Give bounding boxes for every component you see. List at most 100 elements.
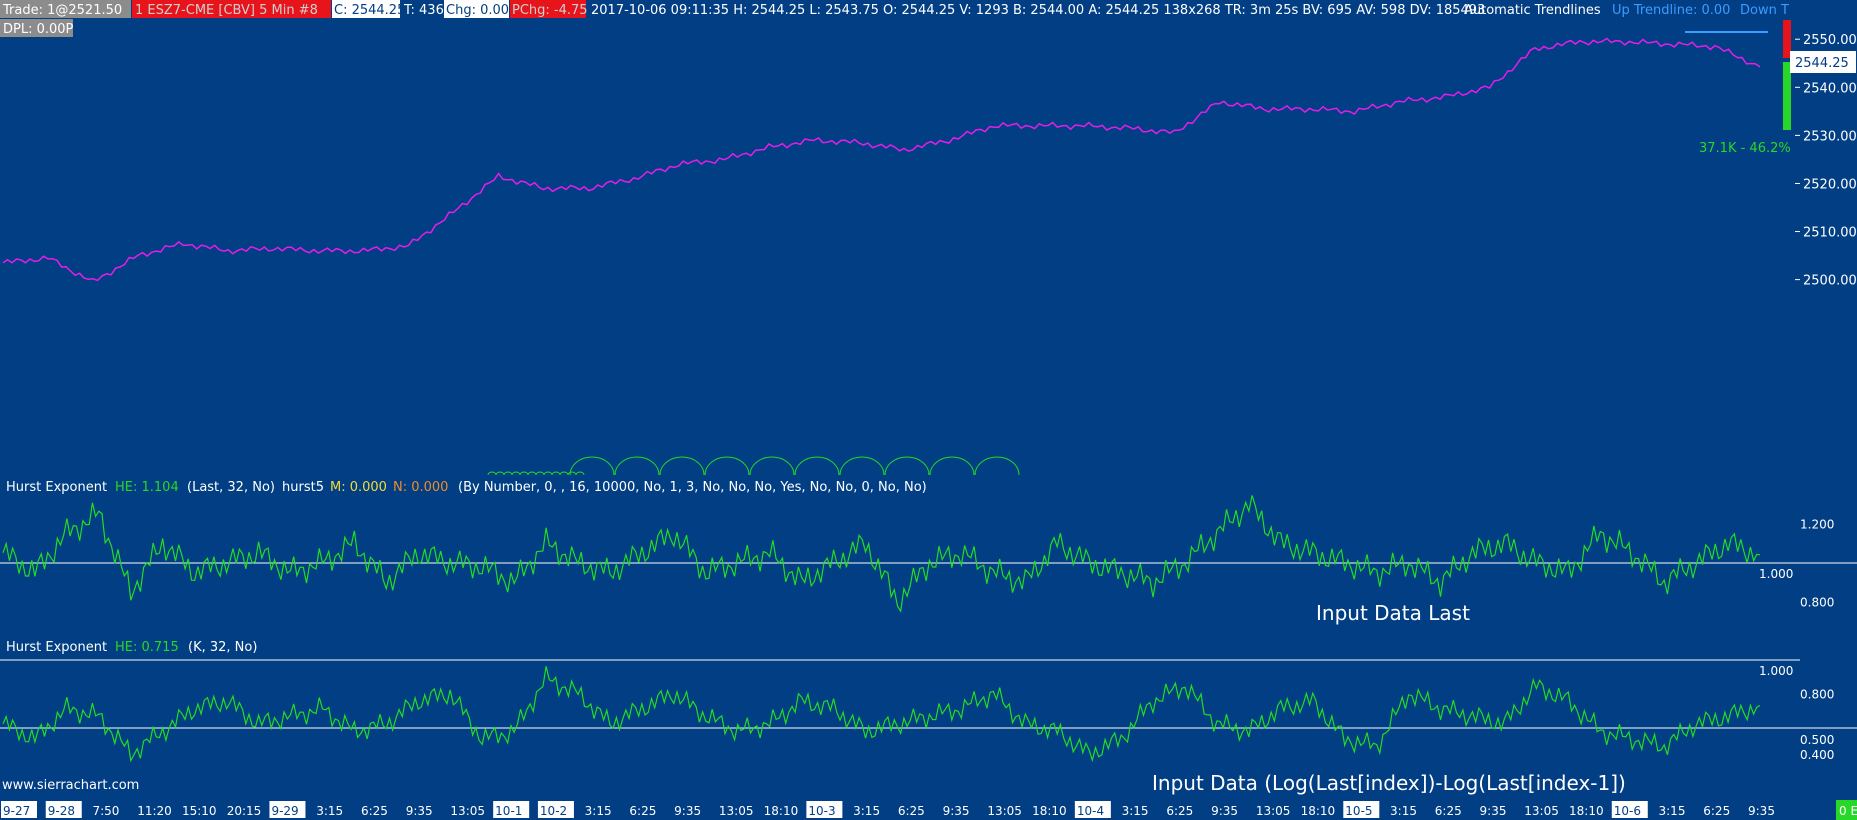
ticks-text: T: 436 bbox=[403, 3, 444, 18]
session-arc bbox=[569, 456, 615, 476]
hurst1-series-line bbox=[2, 495, 1761, 613]
session-arc bbox=[839, 456, 885, 476]
x-tick-label: 3:15 bbox=[853, 804, 880, 818]
price-y-tick-label: 2530.00 bbox=[1803, 129, 1857, 144]
hurst2-series-line bbox=[2, 666, 1761, 763]
hurst2-note: Input Data (Log(Last[index])-Log(Last[in… bbox=[1152, 771, 1626, 795]
chg-text: Chg: 0.00 bbox=[446, 3, 509, 18]
hurst2-params: (K, 32, No) bbox=[188, 640, 257, 655]
chart-canvas[interactable]: Trade: 1@2521.50 1 ESZ7-CME [CBV] 5 Min … bbox=[0, 0, 1857, 820]
price-y-tick-label: 2500.00 bbox=[1803, 274, 1857, 289]
price-series-line bbox=[2, 37, 1761, 282]
hurst1-note: Input Data Last bbox=[1316, 601, 1470, 625]
x-date-label: 9-27 bbox=[3, 804, 30, 818]
hurst1-y-tick-label: 1.200 bbox=[1800, 517, 1834, 531]
small-arc bbox=[519, 471, 529, 476]
x-tick-label: 6:25 bbox=[1435, 804, 1462, 818]
x-tick-label: 3:15 bbox=[1390, 804, 1417, 818]
small-arc bbox=[511, 471, 521, 476]
small-arc bbox=[567, 471, 577, 476]
hurst1-he-value: HE: 1.104 bbox=[115, 480, 179, 495]
x-date-label: 10-6 bbox=[1614, 804, 1641, 818]
small-arc bbox=[527, 471, 537, 476]
price-y-tick-label: 2550.00 bbox=[1803, 33, 1857, 48]
session-arcs bbox=[487, 456, 1020, 476]
x-tick-label: 9:35 bbox=[1480, 804, 1507, 818]
price-y-tick-label: 2510.00 bbox=[1803, 226, 1857, 241]
x-tick-label: 13:05 bbox=[719, 804, 754, 818]
session-arc bbox=[749, 456, 795, 476]
current-price-label: 2544.25 bbox=[1795, 56, 1849, 71]
x-tick-label: 3:15 bbox=[585, 804, 612, 818]
small-arc bbox=[535, 471, 545, 476]
x-tick-label: 15:10 bbox=[182, 804, 217, 818]
small-arc bbox=[503, 471, 513, 476]
x-date-label: 9-29 bbox=[271, 804, 298, 818]
hurst2-he-value: HE: 0.715 bbox=[115, 640, 179, 655]
session-arc bbox=[974, 456, 1020, 476]
ask-volume-bar bbox=[1783, 20, 1791, 58]
small-arc bbox=[559, 471, 569, 476]
x-tick-label: 6:25 bbox=[898, 804, 925, 818]
hurst1-m-value: M: 0.000 bbox=[330, 480, 387, 495]
trade-text: Trade: 1@2521.50 bbox=[2, 3, 122, 18]
x-date-label: 10-1 bbox=[495, 804, 522, 818]
x-tick-label: 9:35 bbox=[943, 804, 970, 818]
volume-profile-label: 37.1K - 46.2% bbox=[1699, 141, 1791, 156]
price-panel: 2544.25 37.1K - 46.2% 2550.00 2540.00 2530… bbox=[2, 20, 1857, 289]
x-tick-label: 13:05 bbox=[1524, 804, 1559, 818]
session-arc bbox=[884, 456, 930, 476]
hurst2-y-tick-label: 0.400 bbox=[1800, 748, 1834, 762]
x-tick-label: 18:10 bbox=[764, 804, 799, 818]
x-date-label: 10-4 bbox=[1077, 804, 1104, 818]
small-arc bbox=[487, 471, 497, 476]
small-arc bbox=[551, 471, 561, 476]
x-tick-label: 13:05 bbox=[1256, 804, 1291, 818]
sierra-chart-window: Trade: 1@2521.50 1 ESZ7-CME [CBV] 5 Min … bbox=[0, 0, 1857, 820]
x-tick-label: 3:15 bbox=[316, 804, 343, 818]
hurst2-title: Hurst Exponent bbox=[6, 640, 107, 655]
x-tick-label: 7:50 bbox=[92, 804, 119, 818]
small-arc bbox=[543, 471, 553, 476]
x-tick-label: 6:25 bbox=[629, 804, 656, 818]
watermark: www.sierrachart.com bbox=[2, 778, 139, 793]
up-trendline-label: Up Trendline: 0.00 bbox=[1612, 3, 1730, 18]
x-date-label: 10-3 bbox=[808, 804, 835, 818]
x-tick-label: 6:25 bbox=[1166, 804, 1193, 818]
x-date-label: 10-5 bbox=[1345, 804, 1372, 818]
trendlines-label: Automatic Trendlines bbox=[1464, 3, 1601, 18]
x-tick-label: 9:35 bbox=[1211, 804, 1238, 818]
x-tick-label: 9:35 bbox=[406, 804, 433, 818]
bid-volume-bar bbox=[1783, 62, 1791, 130]
x-tick-label: 18:10 bbox=[1032, 804, 1067, 818]
hurst1-y-tick-label: 0.800 bbox=[1800, 596, 1834, 610]
symbol-text: 1 ESZ7-CME [CBV] 5 Min #8 bbox=[135, 3, 318, 18]
session-arc bbox=[794, 456, 840, 476]
session-arc bbox=[614, 456, 660, 476]
x-tick-label: 6:25 bbox=[1703, 804, 1730, 818]
hurst1-title: Hurst Exponent bbox=[6, 480, 107, 495]
hurst2-ref-label: 1.000 bbox=[1759, 664, 1793, 678]
hurst1-ref-label: 1.000 bbox=[1759, 567, 1793, 581]
x-tick-label: 9:35 bbox=[674, 804, 701, 818]
price-y-tick-label: 2520.00 bbox=[1803, 177, 1857, 192]
hurst1-study-name: hurst5 bbox=[282, 480, 324, 495]
pchg-text: PChg: -4.75 bbox=[512, 3, 588, 18]
x-tick-label: 9:35 bbox=[1748, 804, 1775, 818]
session-arc bbox=[659, 456, 705, 476]
hurst1-args: (By Number, 0, , 16, 10000, No, 1, 3, No… bbox=[458, 480, 927, 495]
x-tick-label: 20:15 bbox=[227, 804, 262, 818]
x-tick-label: 13:05 bbox=[450, 804, 485, 818]
session-arc bbox=[929, 456, 975, 476]
hurst2-panel: Hurst Exponent HE: 0.715 (K, 32, No) 1.0… bbox=[0, 640, 1857, 795]
dpl-text: DPL: 0.00P bbox=[3, 22, 74, 37]
hurst2-y-tick-label: 0.800 bbox=[1800, 687, 1834, 701]
close-text: C: 2544.25 bbox=[334, 3, 405, 18]
stats-text: 2017-10-06 09:11:35 H: 2544.25 L: 2543.7… bbox=[591, 3, 1485, 18]
x-tick-label: 6:25 bbox=[361, 804, 388, 818]
x-tick-label: 11:20 bbox=[137, 804, 172, 818]
small-arc bbox=[575, 471, 585, 476]
x-tick-label: 3:15 bbox=[1659, 804, 1686, 818]
corner-badge[interactable]: 0 E bbox=[1839, 804, 1857, 818]
session-arc bbox=[704, 456, 750, 476]
